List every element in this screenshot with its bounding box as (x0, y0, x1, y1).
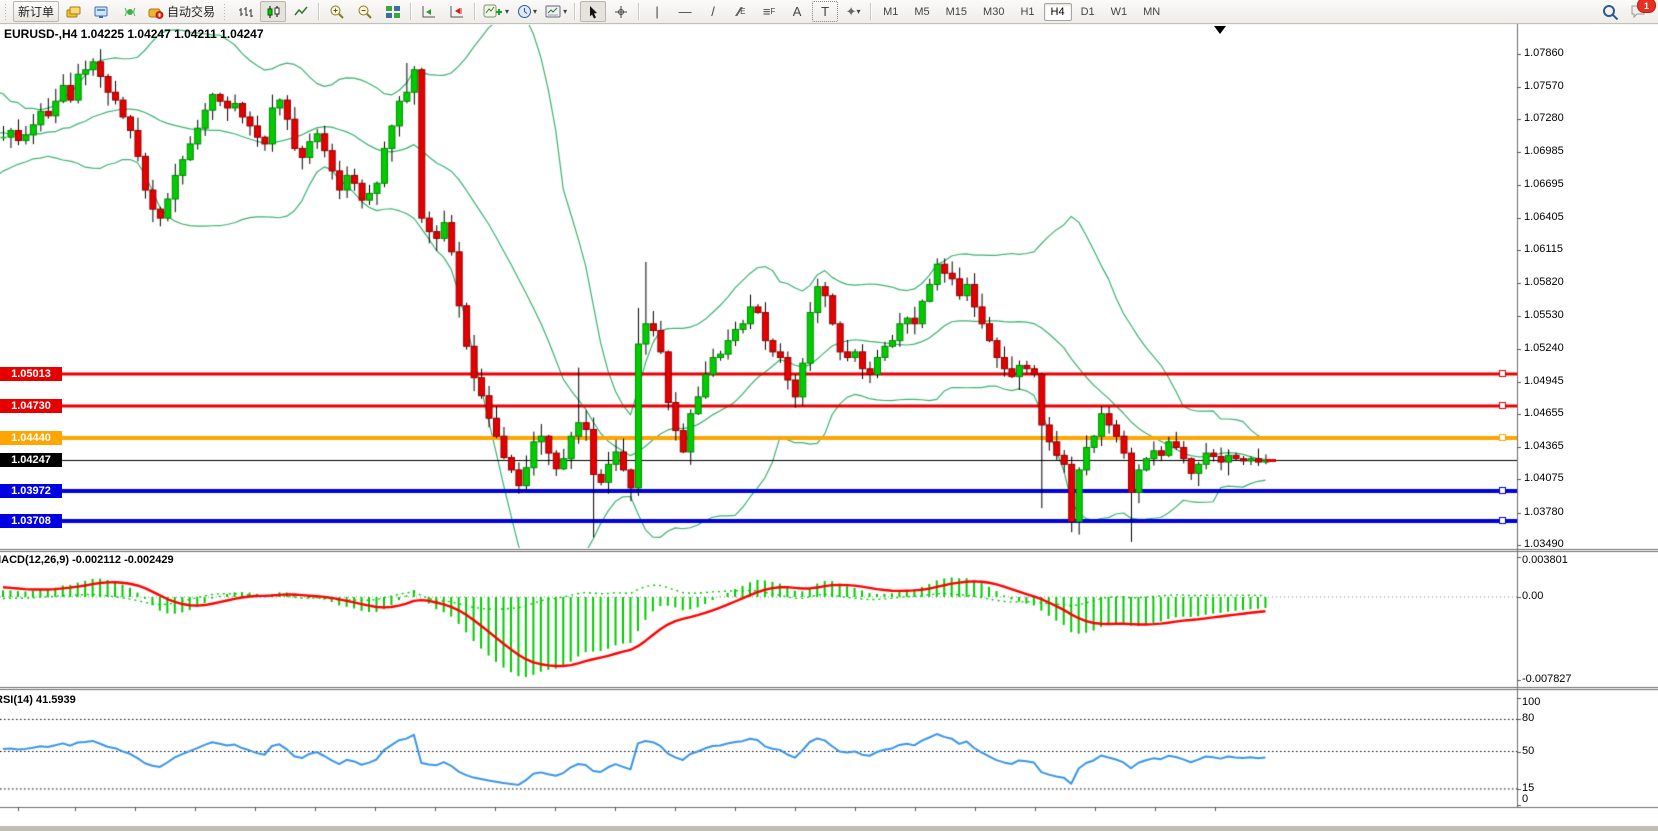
price-axis-label: 1.03780 (1524, 506, 1564, 518)
current-price-tag: 1.04247 (0, 453, 62, 467)
toolbar-separator (410, 3, 412, 20)
toolbar-separator (574, 3, 576, 20)
macd-axis-label: 0.00 (1522, 590, 1543, 602)
price-axis-label: 1.07570 (1524, 80, 1564, 92)
price-axis-label: 1.04075 (1524, 472, 1564, 484)
new-order-button[interactable]: 新订单 (13, 1, 59, 22)
timeframe-button-M30[interactable]: M30 (976, 3, 1011, 21)
dropdown-arrow-icon: ▾ (563, 8, 567, 16)
toolbar-separator (474, 3, 476, 20)
market-watch-icon[interactable] (89, 1, 115, 22)
text-tool-icon[interactable]: A (784, 1, 810, 22)
price-axis-label: 1.05820 (1524, 276, 1564, 288)
text-label-tool-icon[interactable]: T (812, 1, 838, 22)
fibonacci-tool-icon[interactable]: ≡F (756, 1, 782, 22)
vertical-line-tool-icon[interactable]: | (644, 1, 670, 22)
line-price-tag: 1.05013 (0, 367, 62, 381)
signals-icon[interactable] (117, 1, 143, 22)
timeframe-button-W1[interactable]: W1 (1104, 3, 1135, 21)
chart-canvas[interactable] (0, 0, 1658, 831)
trendline-tool-icon[interactable]: / (700, 1, 726, 22)
toolbar-separator (870, 3, 872, 20)
chart-ohlc-header: EURUSD-,H4 1.04225 1.04247 1.04211 1.042… (4, 27, 264, 41)
timeframe-button-H4[interactable]: H4 (1044, 3, 1072, 21)
line-chart-type-icon[interactable] (288, 1, 314, 22)
chart-shift-icon[interactable] (444, 1, 470, 22)
period-clock-icon[interactable]: ▾ (514, 1, 540, 22)
toolbar-grip[interactable] (4, 4, 9, 20)
chat-icon[interactable]: 1 (1625, 1, 1651, 22)
price-axis-label: 1.06115 (1524, 243, 1563, 255)
rsi-axis-label: 80 (1522, 712, 1534, 724)
cursor-icon[interactable] (580, 1, 606, 22)
price-axis-label: 1.06695 (1524, 178, 1564, 190)
arrows-tool-icon[interactable]: ✦ ▾ (840, 1, 866, 22)
zoom-in-icon[interactable] (324, 1, 350, 22)
dropdown-arrow-icon: ▾ (505, 8, 509, 16)
price-axis-label: 1.04655 (1524, 407, 1564, 419)
template-icon[interactable]: ▾ (542, 1, 570, 22)
tile-windows-icon[interactable] (380, 1, 406, 22)
chart-shift-marker-icon[interactable] (1214, 26, 1226, 34)
toolbar-separator (318, 3, 320, 20)
price-axis-label: 1.05240 (1524, 342, 1564, 354)
bar-chart-type-icon[interactable] (232, 1, 258, 22)
macd-indicator-label: MACD(12,26,9) -0.002112 -0.002429 (0, 554, 174, 566)
price-axis-label: 1.04945 (1524, 375, 1564, 387)
toolbar-grip[interactable] (223, 4, 228, 20)
auto-scroll-icon[interactable] (416, 1, 442, 22)
timeframe-button-MN[interactable]: MN (1136, 3, 1167, 21)
price-axis-label: 1.05530 (1524, 309, 1564, 321)
price-axis-label: 1.04365 (1524, 440, 1564, 452)
rsi-indicator-label: RSI(14) 41.5939 (0, 694, 76, 706)
macd-axis-label: -0.007827 (1522, 673, 1572, 685)
search-icon[interactable] (1597, 1, 1623, 22)
auto-trading-label: 自动交易 (167, 3, 215, 20)
rsi-axis-label: 0 (1522, 793, 1528, 805)
line-price-tag: 1.03708 (0, 514, 62, 528)
line-price-tag: 1.03972 (0, 484, 62, 498)
arrows-glyph-icon: ✦ (846, 5, 857, 18)
dropdown-arrow-icon: ▾ (533, 8, 537, 16)
price-axis-label: 1.07280 (1524, 112, 1564, 124)
timeframe-button-D1[interactable]: D1 (1074, 3, 1102, 21)
channel-tool-icon[interactable]: ⁄⁄E (728, 1, 754, 22)
crosshair-icon[interactable] (608, 1, 634, 22)
price-axis-label: 1.03490 (1524, 538, 1564, 550)
line-price-tag: 1.04440 (0, 431, 62, 445)
price-axis-label: 1.06405 (1524, 211, 1564, 223)
candlestick-chart-type-icon[interactable] (260, 1, 286, 22)
horizontal-line-tool-icon[interactable]: — (672, 1, 698, 22)
timeframe-button-M15[interactable]: M15 (939, 3, 974, 21)
dropdown-arrow-icon: ▾ (857, 8, 861, 16)
timeframe-toolbar: M1M5M15M30H1H4D1W1MN (875, 3, 1168, 21)
line-price-tag: 1.04730 (0, 399, 62, 413)
timeframe-button-H1[interactable]: H1 (1013, 3, 1041, 21)
charts-profile-icon[interactable] (61, 1, 87, 22)
toolbar-separator (638, 3, 640, 20)
macd-axis-label: 0.003801 (1522, 554, 1568, 566)
timeframe-button-M5[interactable]: M5 (907, 3, 936, 21)
notification-badge: 1 (1637, 0, 1656, 13)
zoom-out-icon[interactable] (352, 1, 378, 22)
auto-trading-button[interactable]: 自动交易 (145, 1, 218, 22)
timeframe-button-M1[interactable]: M1 (876, 3, 905, 21)
price-axis-label: 1.06985 (1524, 145, 1564, 157)
add-indicator-icon[interactable]: ▾ (480, 1, 512, 22)
main-toolbar: 新订单 自动交易 (0, 0, 1658, 24)
rsi-axis-label: 50 (1522, 745, 1534, 757)
price-axis-label: 1.07860 (1524, 47, 1564, 59)
trading-terminal-window: 新订单 自动交易 (0, 0, 1658, 831)
rsi-axis-label: 100 (1522, 696, 1540, 708)
